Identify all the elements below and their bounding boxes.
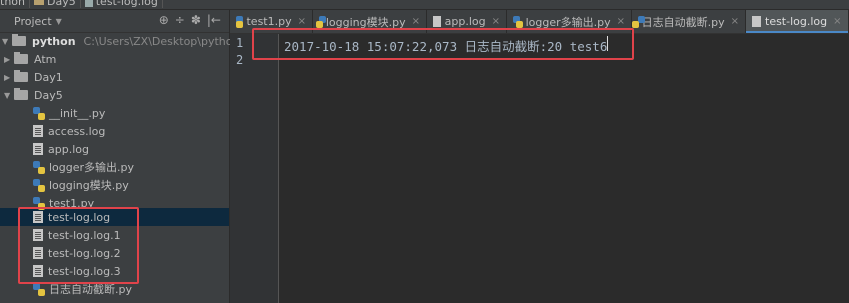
python-file-icon — [33, 178, 45, 192]
tree-item-file[interactable]: __init__.py — [33, 104, 105, 122]
navigation-breadcrumb: thon Day5 test-log.log — [0, 0, 849, 9]
breadcrumb-item-day5[interactable]: Day5 — [34, 0, 81, 8]
python-file-icon — [33, 282, 45, 296]
tree-item-root[interactable]: ▼ python C:\Users\ZX\Desktop\python — [2, 32, 239, 50]
line-number: 2 — [236, 53, 244, 67]
tree-item-file[interactable]: logging模块.py — [33, 176, 129, 194]
expand-arrow-icon[interactable]: ▼ — [4, 91, 14, 100]
scroll-from-source-icon[interactable]: ⊕ — [159, 13, 169, 27]
tree-item-label: __init__.py — [49, 106, 106, 120]
file-icon — [84, 0, 93, 7]
expand-arrow-icon[interactable]: ▶ — [4, 55, 14, 64]
breadcrumb-item-file[interactable]: test-log.log — [84, 0, 163, 8]
tab-test-log[interactable]: test-log.log × — [746, 10, 849, 33]
tab-label: 日志自动截断.py — [641, 15, 725, 29]
text-file-icon — [33, 143, 43, 155]
tree-item-label: access.log — [48, 124, 106, 138]
python-file-icon — [315, 15, 326, 28]
python-file-icon — [513, 15, 523, 28]
close-icon[interactable]: × — [492, 16, 500, 27]
tree-item-label: app.log — [48, 142, 89, 156]
tab-log-auto-truncate[interactable]: 日志自动截断.py × — [631, 10, 746, 33]
editor-area[interactable]: 2017-10-18 15:07:22,073 日志自动截断:20 test6 — [279, 34, 849, 303]
tree-item-label: Atm — [34, 52, 57, 66]
gear-icon[interactable]: ✽ — [191, 13, 201, 27]
project-header: Project ▼ ⊕ ÷ ✽ |← — [0, 10, 229, 33]
close-icon[interactable]: × — [617, 16, 625, 27]
tree-item-label: logger多输出.py — [49, 161, 135, 174]
project-view-selector[interactable]: Project — [14, 15, 52, 28]
tree-item-label: python — [32, 34, 76, 48]
python-file-icon — [33, 106, 45, 120]
tree-item-folder[interactable]: ▶ Atm — [4, 50, 56, 68]
tree-item-folder[interactable]: ▶ Day1 — [4, 68, 63, 86]
python-file-icon — [236, 15, 244, 28]
folder-icon — [14, 52, 28, 64]
expand-arrow-icon[interactable]: ▶ — [4, 73, 14, 82]
expand-arrow-icon[interactable]: ▼ — [2, 37, 12, 46]
tree-item-label: logging模块.py — [49, 179, 129, 192]
tree-item-file[interactable]: app.log — [33, 140, 89, 158]
tree-item-folder[interactable]: ▼ Day5 — [4, 86, 63, 104]
breadcrumb-item-project[interactable]: thon — [0, 0, 30, 8]
folder-icon — [34, 0, 44, 5]
text-file-icon — [433, 16, 441, 27]
folder-icon — [12, 34, 26, 46]
text-file-icon — [752, 16, 761, 27]
folder-icon — [14, 88, 28, 100]
tree-item-label: Day1 — [34, 70, 63, 84]
python-file-icon — [33, 160, 45, 174]
close-icon[interactable]: × — [731, 16, 739, 27]
tree-item-file[interactable]: logger多输出.py — [33, 158, 134, 176]
tree-item-path: C:\Users\ZX\Desktop\python — [83, 34, 240, 48]
line-number-gutter: 1 2 — [230, 34, 279, 303]
tab-label: test1.py — [246, 15, 292, 28]
tab-label: app.log — [444, 15, 486, 28]
close-icon[interactable]: × — [412, 16, 420, 27]
tree-item-label: Day5 — [34, 88, 63, 102]
chevron-down-icon[interactable]: ▼ — [56, 17, 62, 26]
collapse-all-icon[interactable]: ÷ — [175, 13, 185, 27]
close-icon[interactable]: × — [298, 16, 306, 27]
tab-label: test-log.log — [765, 15, 828, 28]
highlight-box-log-line — [252, 28, 634, 60]
highlight-box-log-files — [18, 207, 139, 284]
hide-icon[interactable]: |← — [207, 13, 221, 27]
project-tool-window: Project ▼ ⊕ ÷ ✽ |← ▼ python C:\Users\ZX\… — [0, 10, 239, 303]
text-file-icon — [33, 125, 43, 137]
folder-icon — [14, 70, 28, 82]
line-number: 1 — [236, 36, 244, 50]
tree-item-file[interactable]: access.log — [33, 122, 105, 140]
close-icon[interactable]: × — [833, 16, 841, 27]
python-file-icon — [631, 15, 645, 28]
